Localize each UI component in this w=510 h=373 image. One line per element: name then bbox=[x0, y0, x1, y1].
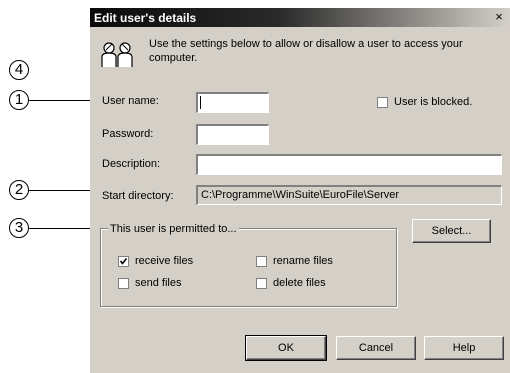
intro-text: Use the settings below to allow or disal… bbox=[149, 38, 463, 64]
callout-4: 4 bbox=[9, 60, 29, 80]
permissions-group bbox=[100, 228, 397, 307]
receive-files-checkbox[interactable]: receive files bbox=[118, 255, 193, 267]
description-label: Description: bbox=[102, 158, 161, 170]
ok-button[interactable]: OK bbox=[245, 335, 327, 361]
receive-files-label: receive files bbox=[135, 255, 194, 267]
password-label: Password: bbox=[102, 128, 154, 140]
delete-files-label: delete files bbox=[273, 277, 326, 289]
help-button-label: Help bbox=[452, 342, 476, 354]
user-blocked-label: User is blocked. bbox=[394, 96, 473, 108]
receive-files-box[interactable] bbox=[118, 255, 129, 267]
delete-files-checkbox[interactable]: delete files bbox=[256, 277, 326, 289]
callout-1: 1 bbox=[9, 90, 29, 110]
user-name-input[interactable] bbox=[196, 92, 269, 113]
user-blocked-box[interactable] bbox=[377, 96, 388, 108]
permissions-group-label: This user is permitted to... bbox=[108, 223, 239, 235]
text-caret bbox=[200, 96, 201, 109]
description-input[interactable] bbox=[196, 154, 502, 175]
send-files-box[interactable] bbox=[118, 277, 129, 289]
user-blocked-checkbox[interactable]: User is blocked. bbox=[377, 96, 472, 108]
rename-files-label: rename files bbox=[273, 255, 333, 267]
dialog-title: Edit user's details bbox=[94, 11, 197, 25]
send-files-label: send files bbox=[135, 277, 182, 289]
callout-2: 2 bbox=[9, 180, 29, 200]
user-name-label: User name: bbox=[102, 95, 159, 107]
checkmark-icon bbox=[119, 257, 128, 265]
edit-user-dialog: Edit user's details × Use the settings b… bbox=[90, 8, 510, 373]
ok-button-label: OK bbox=[278, 342, 294, 354]
password-input[interactable] bbox=[196, 124, 269, 145]
send-files-checkbox[interactable]: send files bbox=[118, 277, 181, 289]
users-icon bbox=[101, 42, 133, 67]
start-directory-label: Start directory: bbox=[102, 190, 174, 202]
select-button[interactable]: Select... bbox=[412, 219, 491, 243]
callout-1-line bbox=[29, 100, 95, 101]
rename-files-box[interactable] bbox=[256, 255, 267, 267]
start-directory-value: C:\Programme\WinSuite\EuroFile\Server bbox=[201, 189, 400, 201]
rename-files-checkbox[interactable]: rename files bbox=[256, 255, 333, 267]
select-button-label: Select... bbox=[431, 225, 472, 237]
callout-2-line bbox=[29, 190, 95, 191]
cancel-button-label: Cancel bbox=[358, 342, 394, 354]
title-bar[interactable]: Edit user's details × bbox=[90, 8, 510, 27]
help-button[interactable]: Help bbox=[424, 336, 504, 360]
cancel-button[interactable]: Cancel bbox=[336, 336, 416, 360]
delete-files-box[interactable] bbox=[256, 277, 267, 289]
start-directory-field: C:\Programme\WinSuite\EuroFile\Server bbox=[196, 185, 502, 205]
callout-3: 3 bbox=[9, 218, 29, 238]
close-button[interactable]: × bbox=[492, 10, 506, 24]
